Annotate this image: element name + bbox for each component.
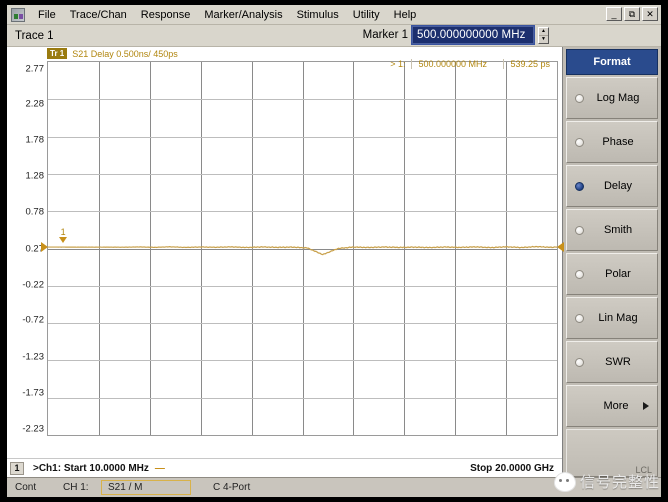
marker-entry-group: Marker 1 500.000000000 MHz ▲ ▼ [362, 25, 549, 45]
softkey-delay[interactable]: Delay [566, 165, 658, 207]
menu-item-marker-analysis[interactable]: Marker/Analysis [197, 7, 289, 23]
radio-icon-lin-mag [575, 313, 584, 323]
graph-pane: Tr 1 S21 Delay 0.500ns/ 450ps > 1: 500.0… [7, 47, 564, 477]
y-tick-8: -1.23 [22, 351, 44, 362]
menu-item-response[interactable]: Response [134, 7, 198, 23]
softkey-empty-area: LCL [566, 429, 658, 477]
marker-1-indicator[interactable]: 1 [59, 227, 68, 244]
y-tick-3: 1.28 [25, 170, 45, 182]
softkey-swr[interactable]: SWR [566, 341, 658, 383]
softkey-polar[interactable]: Polar [566, 253, 658, 295]
restore-button[interactable]: ⧉ [624, 7, 640, 21]
channel-status-line: 1 >Ch1: Start 10.0000 MHz — Stop 20.0000… [7, 458, 562, 477]
plot-area[interactable]: Tr 1 S21 Delay 0.500ns/ 450ps > 1: 500.0… [7, 47, 564, 458]
trace-color-swatch: — [154, 462, 165, 474]
menu-item-file[interactable]: File [31, 7, 63, 23]
trace-badge[interactable]: Tr 1 [47, 48, 68, 59]
menu-item-utility[interactable]: Utility [346, 7, 387, 23]
marker-label: Marker 1 [362, 29, 408, 41]
s21-delay-trace [48, 62, 557, 435]
radio-icon-phase [575, 137, 584, 147]
reference-pointer-right-icon [557, 242, 564, 253]
lcl-status-label: LCL [635, 465, 652, 475]
marker-1-number: 1 [60, 227, 66, 238]
softkey-panel: Format Log Mag Phase Delay Smith Polar L… [563, 47, 661, 477]
marker-readout-index: > 1: [384, 59, 413, 69]
sweep-stop-label[interactable]: Stop 20.0000 GHz [470, 463, 554, 474]
softkey-header-format: Format [566, 49, 658, 75]
plot-grid[interactable]: 1 [41, 61, 564, 436]
marker-1-triangle-icon [59, 237, 68, 244]
menu-item-help[interactable]: Help [387, 7, 424, 23]
softkey-label-polar: Polar [605, 268, 631, 280]
menu-item-trace-chan[interactable]: Trace/Chan [63, 7, 134, 23]
y-tick-0: 2.77 [25, 63, 45, 74]
trace-toolbar: Trace 1 Marker 1 500.000000000 MHz ▲ ▼ [7, 25, 661, 47]
marker-readout-value: 539.25 ps [510, 59, 550, 69]
main-body: Tr 1 S21 Delay 0.500ns/ 450ps > 1: 500.0… [7, 47, 661, 477]
status-channel-label: CH 1: [63, 482, 89, 493]
softkey-phase[interactable]: Phase [566, 121, 658, 163]
softkey-lin-mag[interactable]: Lin Mag [566, 297, 658, 339]
screen-root: File Trace/Chan Response Marker/Analysis… [0, 0, 668, 502]
minimize-button[interactable]: _ [606, 7, 622, 21]
softkey-label-lin-mag: Lin Mag [598, 312, 638, 324]
y-tick-7: -0.72 [22, 314, 44, 326]
y-tick-6: -0.22 [22, 279, 44, 290]
softkey-label-log-mag: Log Mag [596, 92, 640, 104]
radio-icon-log-mag [575, 93, 584, 103]
calibration-status-label[interactable]: C 4-Port [213, 482, 250, 493]
marker-frequency-input[interactable]: 500.000000000 MHz [411, 25, 535, 45]
trace-title: Trace 1 [15, 29, 54, 42]
chevron-right-icon [643, 402, 649, 410]
radio-icon-delay [575, 181, 584, 191]
menu-item-stimulus[interactable]: Stimulus [290, 7, 346, 23]
y-tick-9: -1.73 [22, 387, 44, 398]
menu-bar: File Trace/Chan Response Marker/Analysis… [7, 5, 661, 25]
softkey-label-delay: Delay [603, 180, 633, 192]
y-tick-4: 0.78 [25, 206, 45, 218]
radio-icon-smith [575, 225, 584, 235]
y-tick-1: 2.28 [25, 98, 45, 110]
status-bar: Cont CH 1: S21 / M C 4-Port [7, 477, 661, 497]
radio-icon-swr [575, 357, 584, 367]
channel-number-badge[interactable]: 1 [10, 461, 24, 475]
trace-format-info: S21 Delay 0.500ns/ 450ps [72, 48, 178, 59]
marker-readout-frequency: 500.000000 MHz [412, 59, 505, 69]
close-button[interactable]: ✕ [642, 7, 658, 21]
stepper-up-icon[interactable]: ▲ [539, 28, 548, 36]
app-logo-icon [11, 7, 25, 22]
trace-path [48, 246, 557, 254]
marker-stepper[interactable]: ▲ ▼ [538, 26, 549, 44]
marker-readout: > 1: 500.000000 MHz 539.25 ps [384, 59, 556, 69]
softkey-smith[interactable]: Smith [566, 209, 658, 251]
y-tick-10: -2.23 [22, 423, 44, 434]
softkey-label-phase: Phase [602, 136, 634, 148]
softkey-log-mag[interactable]: Log Mag [566, 77, 658, 119]
stepper-down-icon[interactable]: ▼ [539, 36, 548, 43]
softkey-label-smith: Smith [603, 224, 633, 236]
reference-pointer-left-icon [41, 242, 48, 253]
softkey-more[interactable]: More [566, 385, 658, 427]
measurement-parameter-field[interactable]: S21 / M [101, 480, 191, 495]
trace-legend[interactable]: Tr 1 S21 Delay 0.500ns/ 450ps [47, 48, 178, 59]
vna-application-window: File Trace/Chan Response Marker/Analysis… [6, 4, 662, 498]
sweep-start-label[interactable]: >Ch1: Start 10.0000 MHz [33, 463, 149, 474]
window-controls: _ ⧉ ✕ [606, 7, 658, 21]
softkey-label-swr: SWR [605, 356, 631, 368]
y-tick-2: 1.78 [25, 134, 45, 146]
radio-icon-polar [575, 269, 584, 279]
sweep-mode-label[interactable]: Cont [15, 482, 63, 493]
